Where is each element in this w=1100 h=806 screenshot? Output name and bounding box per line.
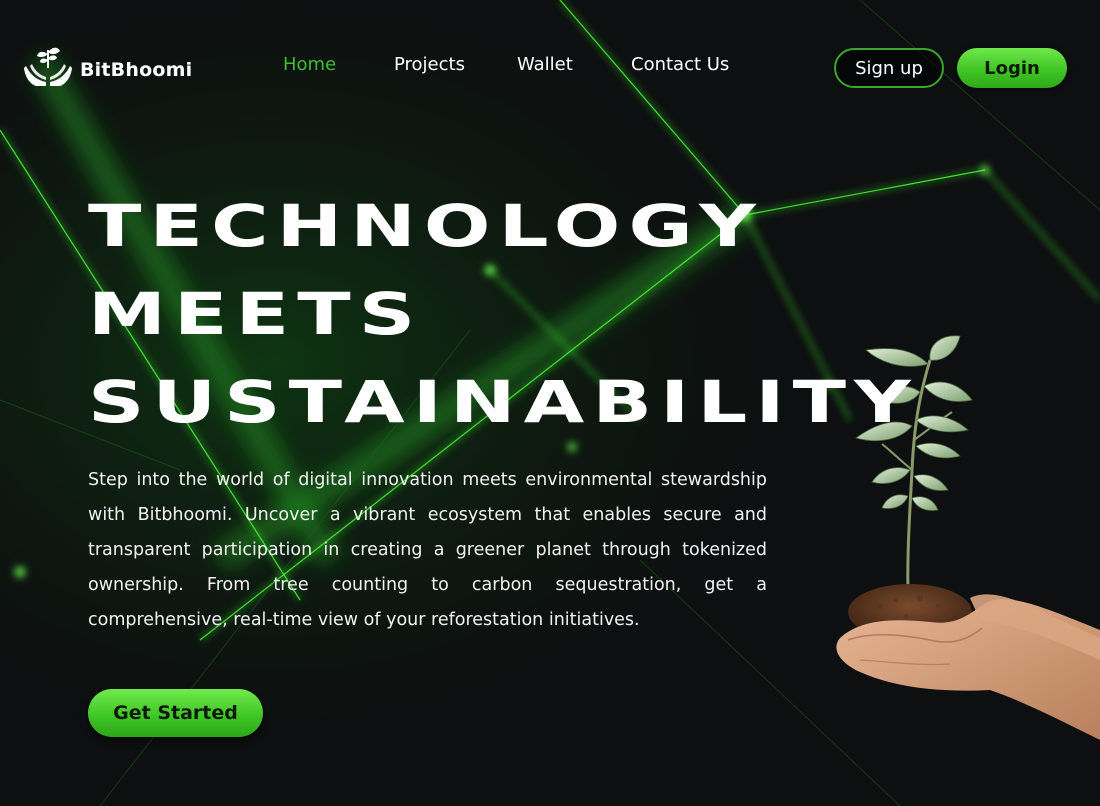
get-started-button[interactable]: Get Started	[88, 689, 263, 737]
hero-description: Step into the world of digital innovatio…	[88, 470, 767, 630]
nav-item-contact-us[interactable]: Contact Us	[631, 54, 729, 75]
nav-item-wallet[interactable]: Wallet	[517, 54, 573, 75]
nav-item-projects[interactable]: Projects	[394, 54, 465, 75]
login-button[interactable]: Login	[957, 48, 1067, 88]
main-nav: Home Projects Wallet Contact Us	[0, 54, 800, 80]
signup-button[interactable]: Sign up	[834, 48, 944, 88]
hero-title-line: SUSTAINABILITY	[88, 368, 919, 436]
hero-title-line: TECHNOLOGY	[88, 192, 764, 260]
hero-title: TECHNOLOGY MEETS SUSTAINABILITY	[88, 182, 911, 446]
nav-item-home[interactable]: Home	[283, 54, 336, 75]
hero-title-line: MEETS	[88, 280, 424, 348]
